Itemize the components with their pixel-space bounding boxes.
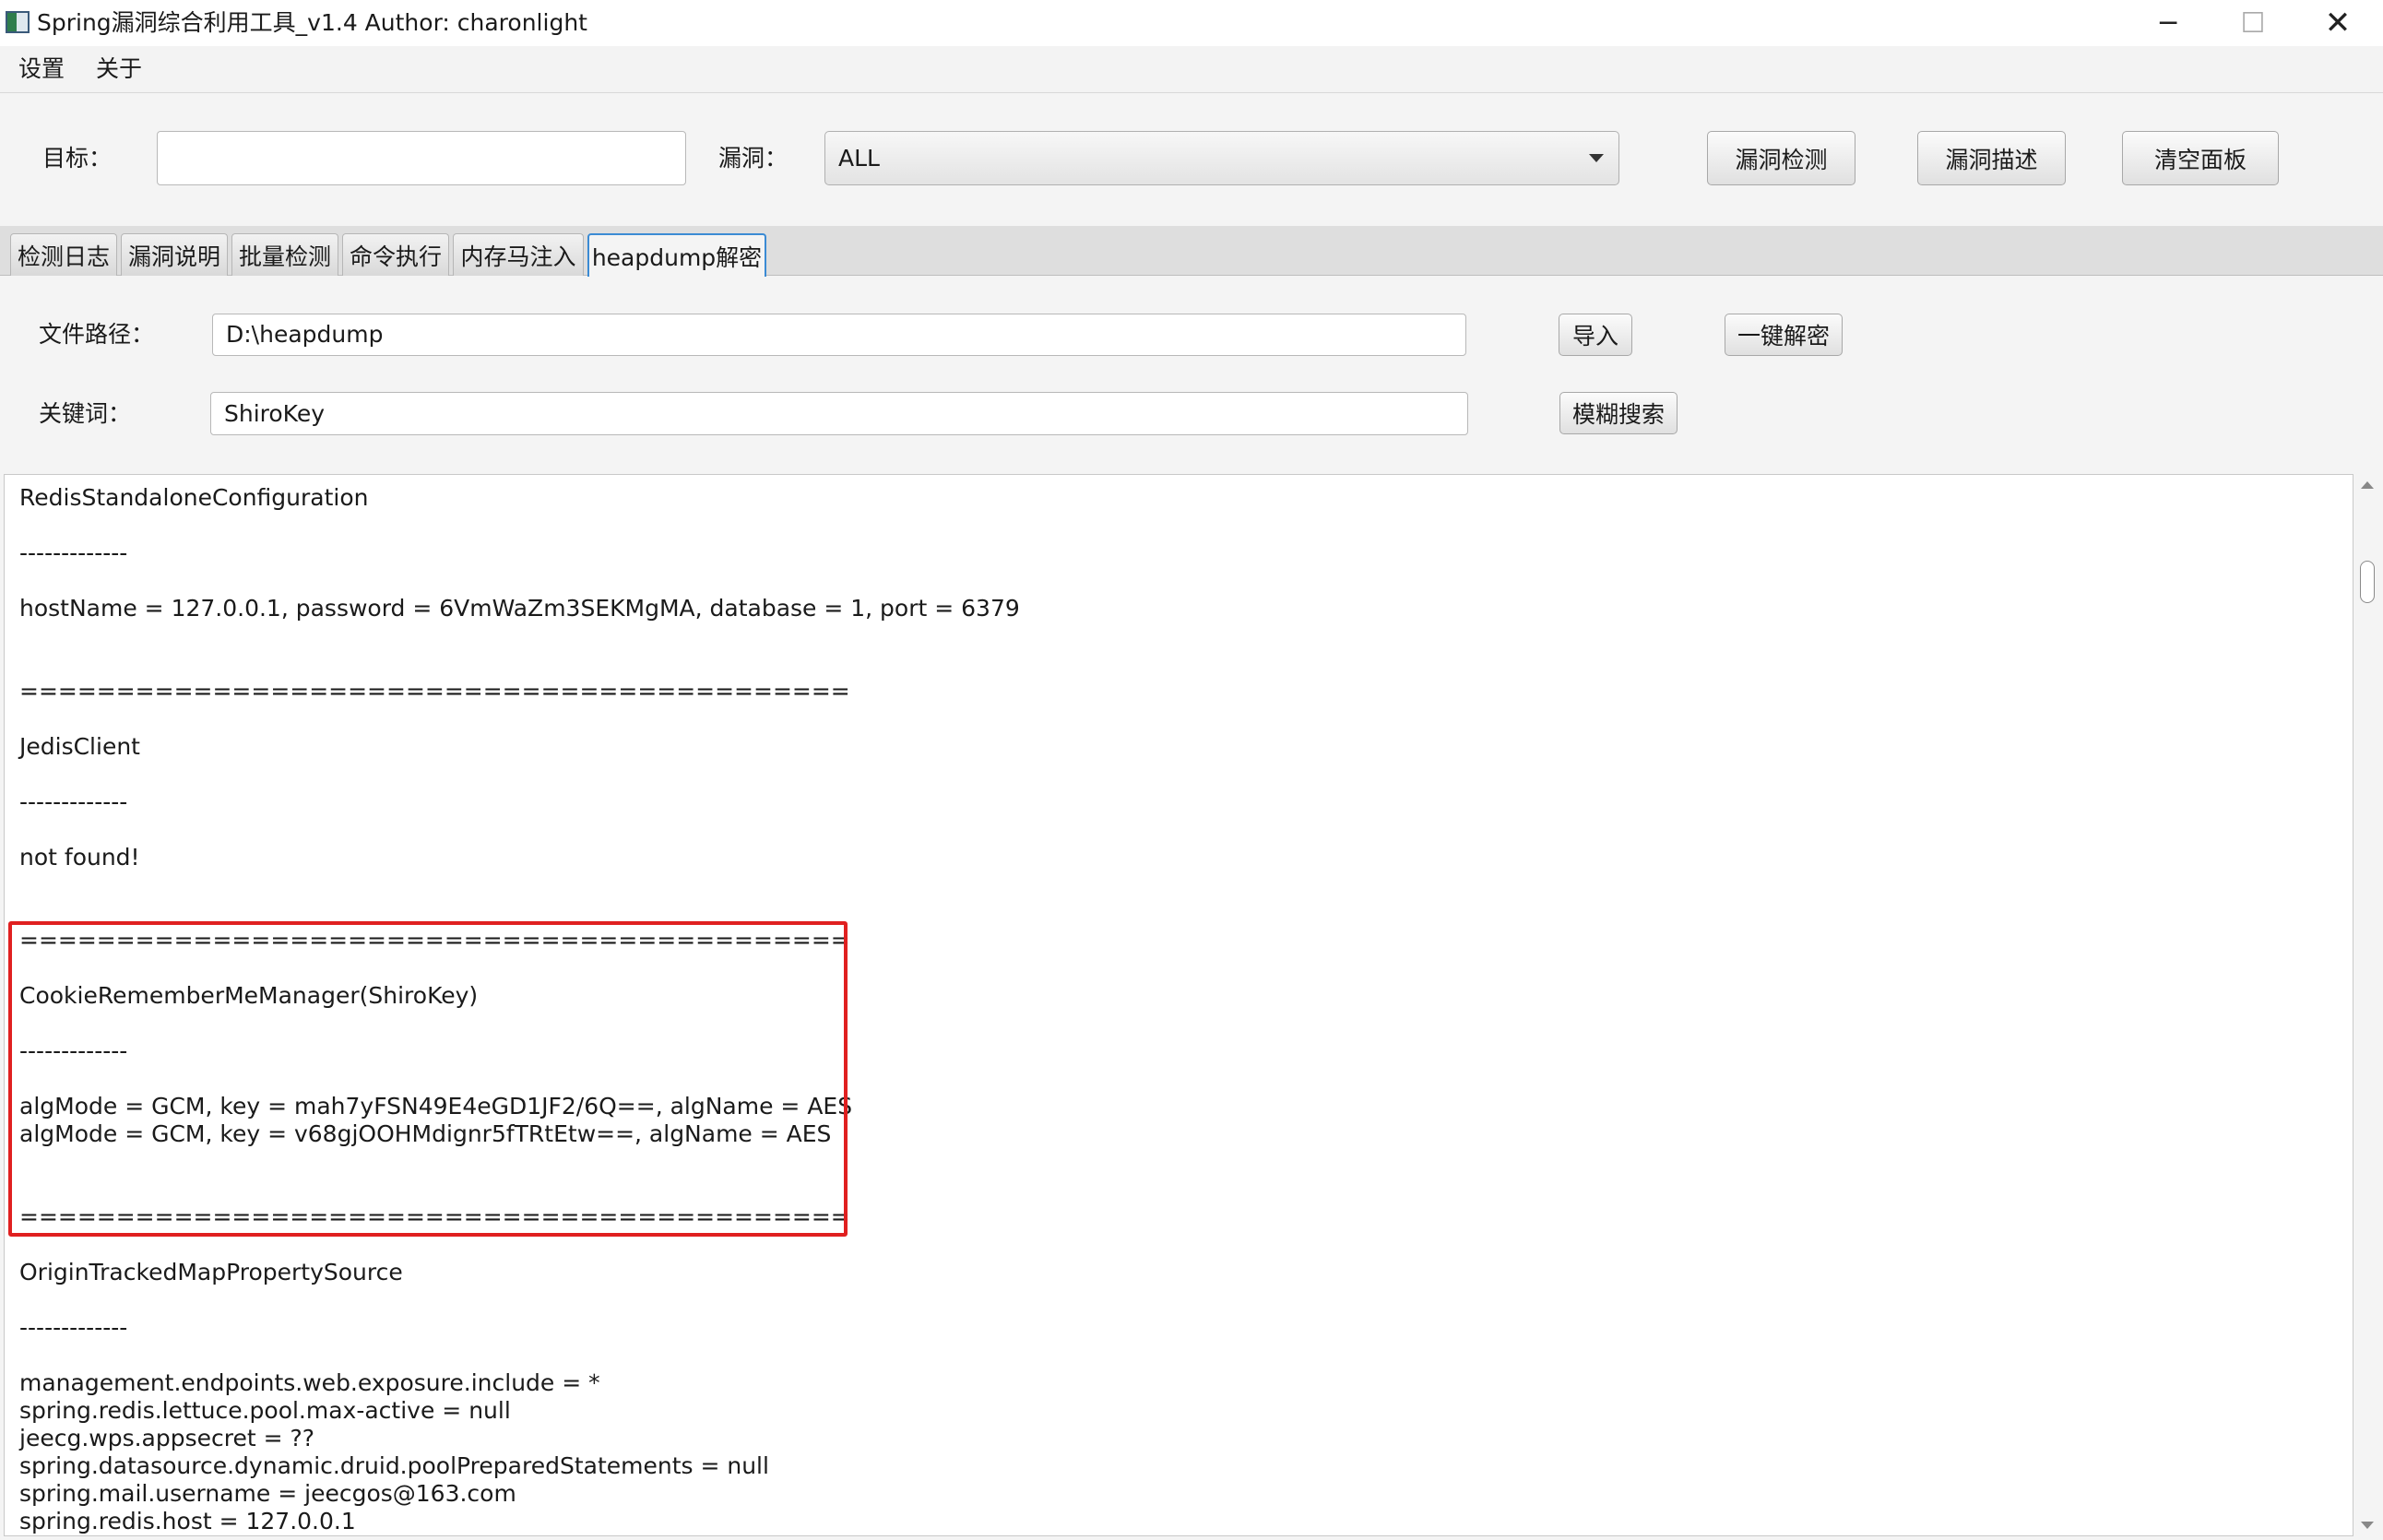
output-line: JedisClient xyxy=(19,733,140,760)
vuln-select-value: ALL xyxy=(838,145,880,172)
output-line: ------------- xyxy=(19,788,128,815)
title-bar: Spring漏洞综合利用工具_v1.4 Author: charonlight … xyxy=(0,0,2383,46)
path-label: 文件路径： xyxy=(39,321,155,348)
vertical-scrollbar[interactable] xyxy=(2355,474,2379,1536)
target-input[interactable] xyxy=(157,131,686,185)
describe-button[interactable]: 漏洞描述 xyxy=(1917,131,2066,185)
tab-vuln-info[interactable]: 漏洞说明 xyxy=(121,233,228,276)
fuzzy-search-button[interactable]: 模糊搜索 xyxy=(1559,392,1678,434)
keyword-label: 关键词： xyxy=(39,400,132,427)
output-line: ------------- xyxy=(19,1314,128,1341)
clear-panel-button[interactable]: 清空面板 xyxy=(2122,131,2279,185)
close-button[interactable]: ✕ xyxy=(2295,0,2380,46)
window-title: Spring漏洞综合利用工具_v1.4 Author: charonlight xyxy=(37,9,587,36)
keyword-input[interactable]: ShiroKey xyxy=(210,392,1468,435)
highlight-box xyxy=(8,921,848,1237)
tab-command-exec[interactable]: 命令执行 xyxy=(342,233,449,276)
menu-about[interactable]: 关于 xyxy=(96,53,142,85)
menu-bar: 设置 关于 xyxy=(0,46,2383,92)
scroll-down-arrow-icon[interactable] xyxy=(2361,1522,2374,1529)
output-line: RedisStandaloneConfiguration xyxy=(19,484,369,511)
scroll-thumb[interactable] xyxy=(2360,561,2375,603)
vuln-select[interactable]: ALL xyxy=(824,131,1619,185)
output-line: ------------- xyxy=(19,539,128,566)
output-line: not found! xyxy=(19,844,140,871)
tab-heapdump-decrypt[interactable]: heapdump解密 xyxy=(587,233,766,277)
tab-batch-detect[interactable]: 批量检测 xyxy=(231,233,338,276)
detect-button[interactable]: 漏洞检测 xyxy=(1707,131,1855,185)
output-line: OriginTrackedMapPropertySource xyxy=(19,1259,403,1285)
output-line: spring.mail.username = jeecgos@163.com xyxy=(19,1480,516,1507)
tab-memshell-inject[interactable]: 内存马注入 xyxy=(453,233,584,276)
chevron-down-icon xyxy=(1589,154,1604,162)
vuln-label: 漏洞： xyxy=(718,145,788,172)
output-line: hostName = 127.0.0.1, password = 6VmWaZm… xyxy=(19,595,1020,622)
output-line: spring.redis.host = 127.0.0.1 xyxy=(19,1508,356,1534)
target-label: 目标： xyxy=(42,145,113,172)
menu-settings[interactable]: 设置 xyxy=(18,53,65,85)
output-line: spring.datasource.dynamic.druid.poolPrep… xyxy=(19,1452,769,1479)
tab-detect-log[interactable]: 检测日志 xyxy=(10,233,117,276)
import-button[interactable]: 导入 xyxy=(1559,314,1632,356)
output-line: management.endpoints.web.exposure.includ… xyxy=(19,1369,600,1396)
app-icon xyxy=(6,11,30,33)
heapdump-form xyxy=(0,276,2383,474)
output-line: ========================================… xyxy=(19,678,850,705)
output-line: spring.redis.lettuce.pool.max-active = n… xyxy=(19,1397,511,1424)
path-input[interactable]: D:\heapdump xyxy=(212,314,1466,356)
maximize-button[interactable]: ☐ xyxy=(2211,0,2295,46)
tab-strip: 检测日志 漏洞说明 批量检测 命令执行 内存马注入 heapdump解密 xyxy=(0,226,2383,277)
minimize-button[interactable]: ─ xyxy=(2126,0,2211,46)
output-line: jeecg.wps.appsecret = ?? xyxy=(19,1425,315,1451)
scroll-up-arrow-icon[interactable] xyxy=(2361,481,2374,489)
decrypt-button[interactable]: 一键解密 xyxy=(1725,314,1843,356)
output-textarea[interactable]: RedisStandaloneConfiguration -----------… xyxy=(4,474,2353,1536)
